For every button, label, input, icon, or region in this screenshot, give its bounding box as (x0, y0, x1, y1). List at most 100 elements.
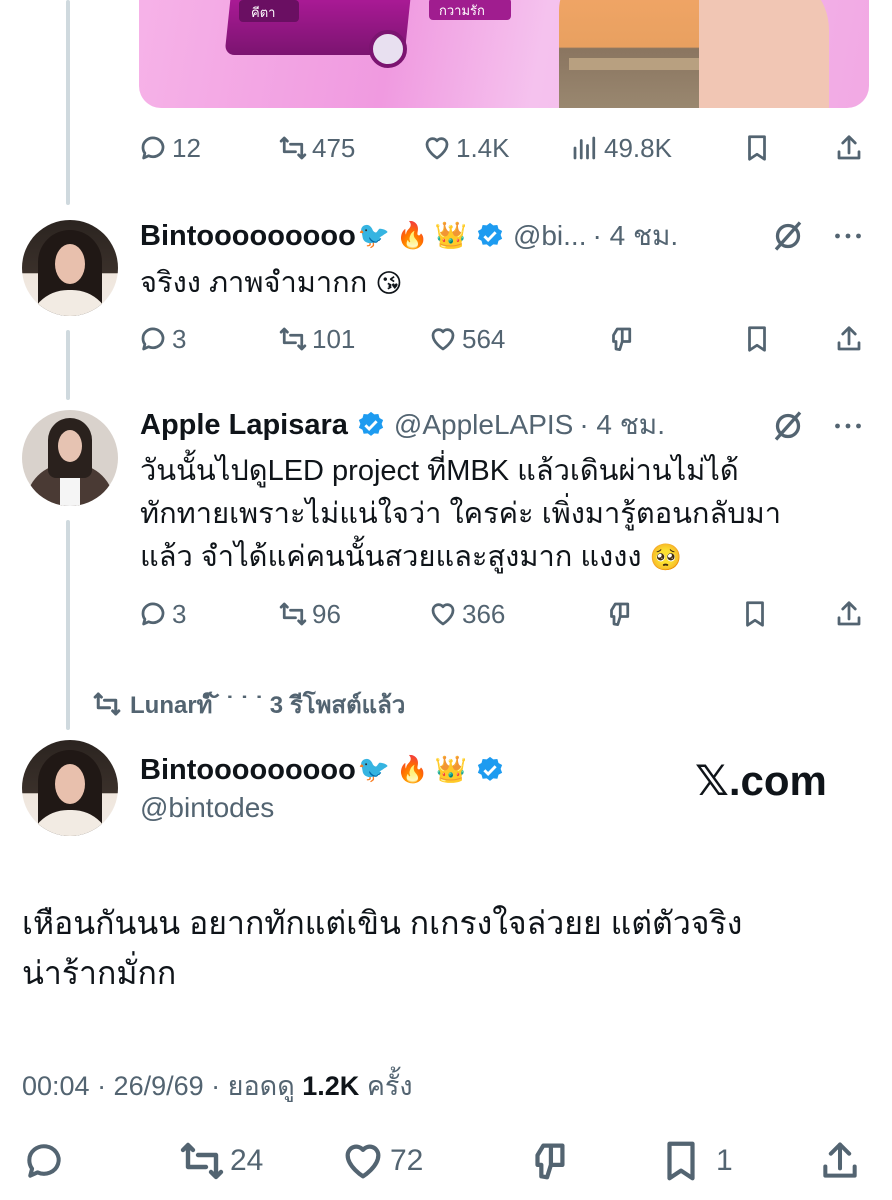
repost-icon (279, 327, 307, 351)
reply-button[interactable] (22, 1136, 66, 1186)
repost-count: 101 (312, 323, 356, 354)
like-button[interactable]: 564 (428, 319, 505, 359)
dislike-button[interactable] (526, 1136, 572, 1186)
share-button[interactable] (818, 1136, 862, 1186)
handle[interactable]: @bintodes (140, 792, 274, 824)
dislike-button[interactable] (606, 319, 636, 359)
fire-emoji: 🔥 (396, 755, 429, 785)
repost-icon (279, 602, 307, 626)
verified-badge-icon (477, 222, 503, 247)
heart-icon (345, 1144, 381, 1179)
crown-emoji: 👑 (434, 755, 467, 785)
share-icon (837, 601, 861, 626)
thread-line-mid2 (66, 520, 70, 730)
heart-icon (431, 328, 455, 351)
handle[interactable]: @AppleLAPIS (394, 409, 573, 441)
avatar-bintodes-main[interactable] (22, 740, 118, 836)
repost-count: 96 (312, 598, 341, 629)
reply-bin-header: Bintooooooooo 🐦 🔥 👑 @bi... · 4 ชม. (140, 216, 880, 256)
reply-bin-actions: 3 101 564 (138, 319, 868, 359)
reply-apple-header: Apple Lapisara @AppleLAPIS · 4 ชม. (140, 405, 880, 445)
reply-icon (141, 136, 165, 160)
like-button[interactable]: 72 (340, 1136, 423, 1186)
bookmark-icon (748, 135, 766, 161)
repost-count: 24 (230, 1144, 264, 1177)
view-suffix: ครั้ง (366, 1071, 413, 1101)
main-tweet-text: เหือนกันนน อยากทักแต่เขิน กเกรงใจล่วยย แ… (22, 898, 742, 998)
thumbs-down-icon (535, 1143, 565, 1180)
display-name[interactable]: Bintooooooooo (140, 220, 356, 253)
reply-count: 3 (172, 598, 187, 629)
fire-emoji: 🔥 (396, 221, 429, 251)
reply-icon (27, 1144, 61, 1178)
verified-badge-icon (477, 756, 503, 781)
share-button[interactable] (834, 319, 864, 359)
bookmark-icon (748, 326, 766, 352)
reply-bin-text-content: จริงง ภาพจำมากก (140, 267, 368, 299)
share-button[interactable] (834, 594, 864, 634)
main-tweet-meta: 00:04 · 26/9/69 · ยอดดู 1.2K ครั้ง (22, 1064, 413, 1107)
text-line: ทักทายเพราะไม่แน่ใจว่า ใครค่ะ เพิ่งมารู้… (140, 498, 782, 530)
crown-emoji: 👑 (434, 221, 467, 251)
repost-button[interactable]: 96 (278, 594, 341, 634)
handle[interactable]: @bi... (513, 220, 587, 252)
bird-emoji: 🐦 (357, 755, 391, 785)
timestamp[interactable]: · 4 ชม. (593, 214, 679, 258)
bookmark-button[interactable] (742, 128, 772, 168)
like-button[interactable]: 366 (428, 594, 505, 634)
bookmark-button[interactable] (740, 594, 770, 634)
reply-button[interactable]: 3 (138, 594, 186, 634)
reply-button[interactable]: 3 (138, 319, 186, 359)
media-tag-2-text: กวามรัก (439, 3, 485, 18)
thread-line-top (66, 0, 70, 205)
more-options-icon[interactable] (830, 218, 866, 259)
reply-apple-actions: 3 96 366 (138, 594, 868, 634)
views-icon (573, 136, 596, 160)
grok-icon[interactable] (770, 218, 806, 259)
pleading-face-emoji: 🥺 (649, 542, 682, 573)
kiss-emoji: 😘 (375, 268, 403, 299)
bookmark-icon (746, 601, 764, 627)
main-tweet-header: Bintooooooooo 🐦 🔥 👑 (140, 750, 505, 790)
display-name[interactable]: Apple Lapisara (140, 409, 348, 442)
share-button[interactable] (834, 128, 864, 168)
reply-icon (141, 327, 165, 351)
bookmark-icon (667, 1141, 695, 1181)
bird-emoji: 🐦 (357, 221, 391, 251)
reply-count: 12 (172, 132, 201, 163)
more-options-icon[interactable] (830, 408, 866, 449)
timestamp[interactable]: · 4 ชม. (579, 403, 665, 447)
repost-button[interactable]: 101 (278, 319, 355, 359)
verified-badge-icon (358, 411, 384, 436)
like-button[interactable]: 1.4K (422, 128, 510, 168)
bookmark-button[interactable]: 1 (658, 1136, 733, 1186)
dislike-button[interactable] (604, 594, 634, 634)
text-line: วันนั้นไปดูLED project ที่MBK แล้วเดินผ่… (140, 455, 739, 487)
share-icon (823, 1142, 857, 1178)
repost-banner[interactable]: Lunarท์ ໌ ˙ ˙ ˙ 3 รีโพสต์แล้ว (92, 686, 405, 722)
share-icon (837, 135, 861, 160)
view-count: 1.2K (302, 1071, 360, 1101)
views-count: 49.8K (604, 132, 672, 163)
display-name[interactable]: Bintooooooooo (140, 754, 356, 787)
timestamp-date[interactable]: 00:04 · 26/9/69 · ยอดดู (22, 1071, 295, 1101)
repost-button[interactable]: 24 (178, 1136, 263, 1186)
bookmark-button[interactable] (742, 319, 772, 359)
views-button[interactable]: 49.8K (570, 128, 672, 168)
share-icon (837, 326, 861, 351)
repost-button[interactable]: 475 (278, 128, 355, 168)
thumbs-down-icon (612, 327, 632, 351)
reply-button[interactable]: 12 (138, 128, 201, 168)
like-count: 72 (390, 1144, 424, 1177)
text-line: แล้ว จำได้แค่คนนั้นสวยและสูงมาก แงงง (140, 541, 642, 573)
media-note-shape (369, 30, 407, 68)
like-count: 366 (462, 598, 506, 629)
reply-bin-text: จริงง ภาพจำมากก 😘 (140, 262, 402, 306)
text-line: น่าร้ากมั่กก (22, 955, 177, 991)
tweet-media-image[interactable]: คีตา กวามรัก (139, 0, 869, 108)
media-tag-1-text: คีตา (251, 5, 276, 20)
avatar-bintodes[interactable] (22, 220, 118, 316)
avatar-applelapis[interactable] (22, 410, 118, 506)
grok-icon[interactable] (770, 408, 806, 449)
heart-icon (431, 603, 455, 626)
